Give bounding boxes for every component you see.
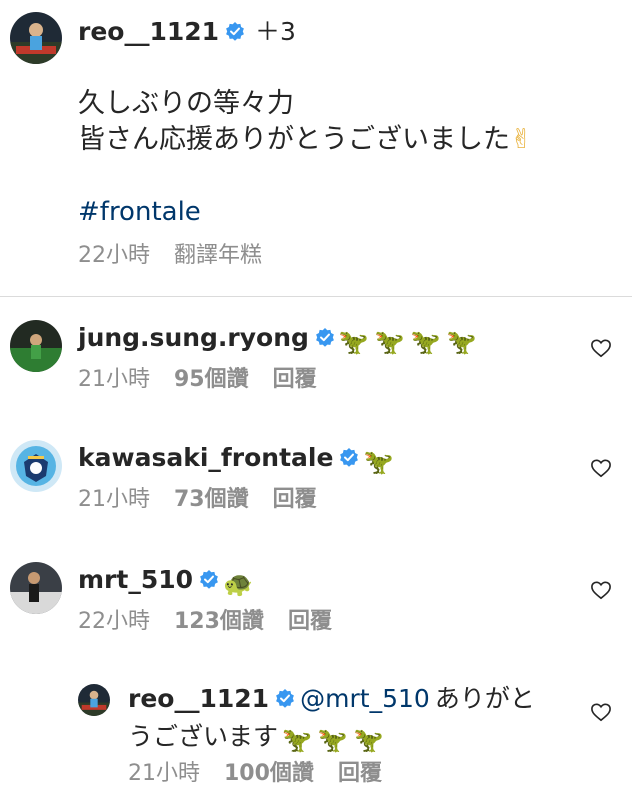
- heart-outline-icon[interactable]: [590, 702, 612, 726]
- comment-likes[interactable]: 95個讚: [174, 367, 249, 392]
- verified-badge-icon: [199, 566, 219, 602]
- post-caption: 久しぶりの等々力 皆さん応援ありがとうございました✌: [78, 86, 533, 158]
- verified-badge-icon: [339, 444, 359, 480]
- reply-text-continued: うございます: [128, 721, 279, 751]
- heart-outline-icon[interactable]: [590, 580, 612, 604]
- verified-badge-icon: [275, 686, 295, 720]
- comment-item: kawasaki_frontale 🦖 21小時 73個讚 回覆: [0, 438, 632, 518]
- reply-button[interactable]: 回覆: [273, 367, 317, 392]
- comment-header: jung.sung.ryong 🦖🦖🦖🦖: [78, 320, 482, 360]
- post-author-username[interactable]: reo__1121: [78, 17, 219, 46]
- t-rex-emoji: 🦖: [363, 447, 394, 476]
- reply-button[interactable]: 回覆: [288, 609, 332, 634]
- commenter-username[interactable]: jung.sung.ryong: [78, 323, 309, 352]
- comment-likes[interactable]: 100個讚: [224, 761, 314, 786]
- verified-badge-icon: [225, 18, 245, 54]
- reply-author-avatar[interactable]: [78, 684, 110, 716]
- heart-outline-icon[interactable]: [590, 338, 612, 362]
- post-timestamp: 22小時: [78, 243, 150, 268]
- post-header: reo__1121 ＋3: [78, 14, 296, 54]
- commenter-avatar[interactable]: [10, 562, 62, 614]
- commenter-username[interactable]: kawasaki_frontale: [78, 443, 333, 472]
- comment-meta: 21小時 73個讚 回覆: [78, 484, 317, 516]
- caption-line: 久しぶりの等々力: [78, 88, 294, 119]
- t-rex-emoji: 🦖🦖🦖: [282, 726, 390, 754]
- comment-timestamp: 21小時: [78, 487, 150, 512]
- comment-timestamp: 22小時: [78, 609, 150, 634]
- coauthors-count[interactable]: ＋3: [255, 17, 296, 46]
- translate-link[interactable]: 翻譯年糕: [174, 243, 262, 268]
- comment-timestamp: 21小時: [78, 367, 150, 392]
- comment-likes[interactable]: 73個讚: [174, 487, 249, 512]
- comment-header: mrt_510 🐢: [78, 562, 253, 602]
- victory-hand-emoji: ✌: [510, 124, 533, 155]
- reply-meta: 21小時 100個讚 回覆: [128, 758, 382, 790]
- comment-likes[interactable]: 123個讚: [174, 609, 264, 634]
- turtle-emoji: 🐢: [223, 569, 253, 598]
- comment-item: mrt_510 🐢 22小時 123個讚 回覆: [0, 560, 632, 640]
- comment-timestamp: 21小時: [128, 761, 200, 786]
- comment-meta: 22小時 123個讚 回覆: [78, 606, 332, 638]
- commenter-username[interactable]: mrt_510: [78, 565, 193, 594]
- commenter-avatar[interactable]: [10, 440, 62, 492]
- reply-button[interactable]: 回覆: [338, 761, 382, 786]
- post-author-avatar[interactable]: [10, 12, 62, 64]
- reply-comment-item: reo__1121 @mrt_510 ありがと うございます 🦖🦖🦖 21小時 10…: [0, 682, 632, 806]
- caption-line: 皆さん応援ありがとうございました✌: [78, 124, 533, 155]
- mention-link[interactable]: @mrt_510: [300, 684, 430, 713]
- heart-outline-icon[interactable]: [590, 458, 612, 482]
- verified-badge-icon: [315, 324, 335, 360]
- comment-item: jung.sung.ryong 🦖🦖🦖🦖 21小時 95個讚 回覆: [0, 318, 632, 398]
- post-caption-section: reo__1121 ＋3 久しぶりの等々力 皆さん応援ありがとうございました✌ …: [0, 0, 632, 297]
- post-meta: 22小時 翻譯年糕: [78, 240, 262, 272]
- reply-body: reo__1121 @mrt_510 ありがと うございます 🦖🦖🦖: [128, 682, 568, 757]
- reply-button[interactable]: 回覆: [273, 487, 317, 512]
- reply-author-username[interactable]: reo__1121: [128, 684, 269, 713]
- hashtag-link[interactable]: #frontale: [78, 194, 201, 230]
- commenter-avatar[interactable]: [10, 320, 62, 372]
- t-rex-emoji: 🦖🦖🦖🦖: [338, 327, 483, 356]
- comment-meta: 21小時 95個讚 回覆: [78, 364, 317, 396]
- reply-text: ありがと: [434, 684, 535, 713]
- comment-header: kawasaki_frontale 🦖: [78, 440, 393, 480]
